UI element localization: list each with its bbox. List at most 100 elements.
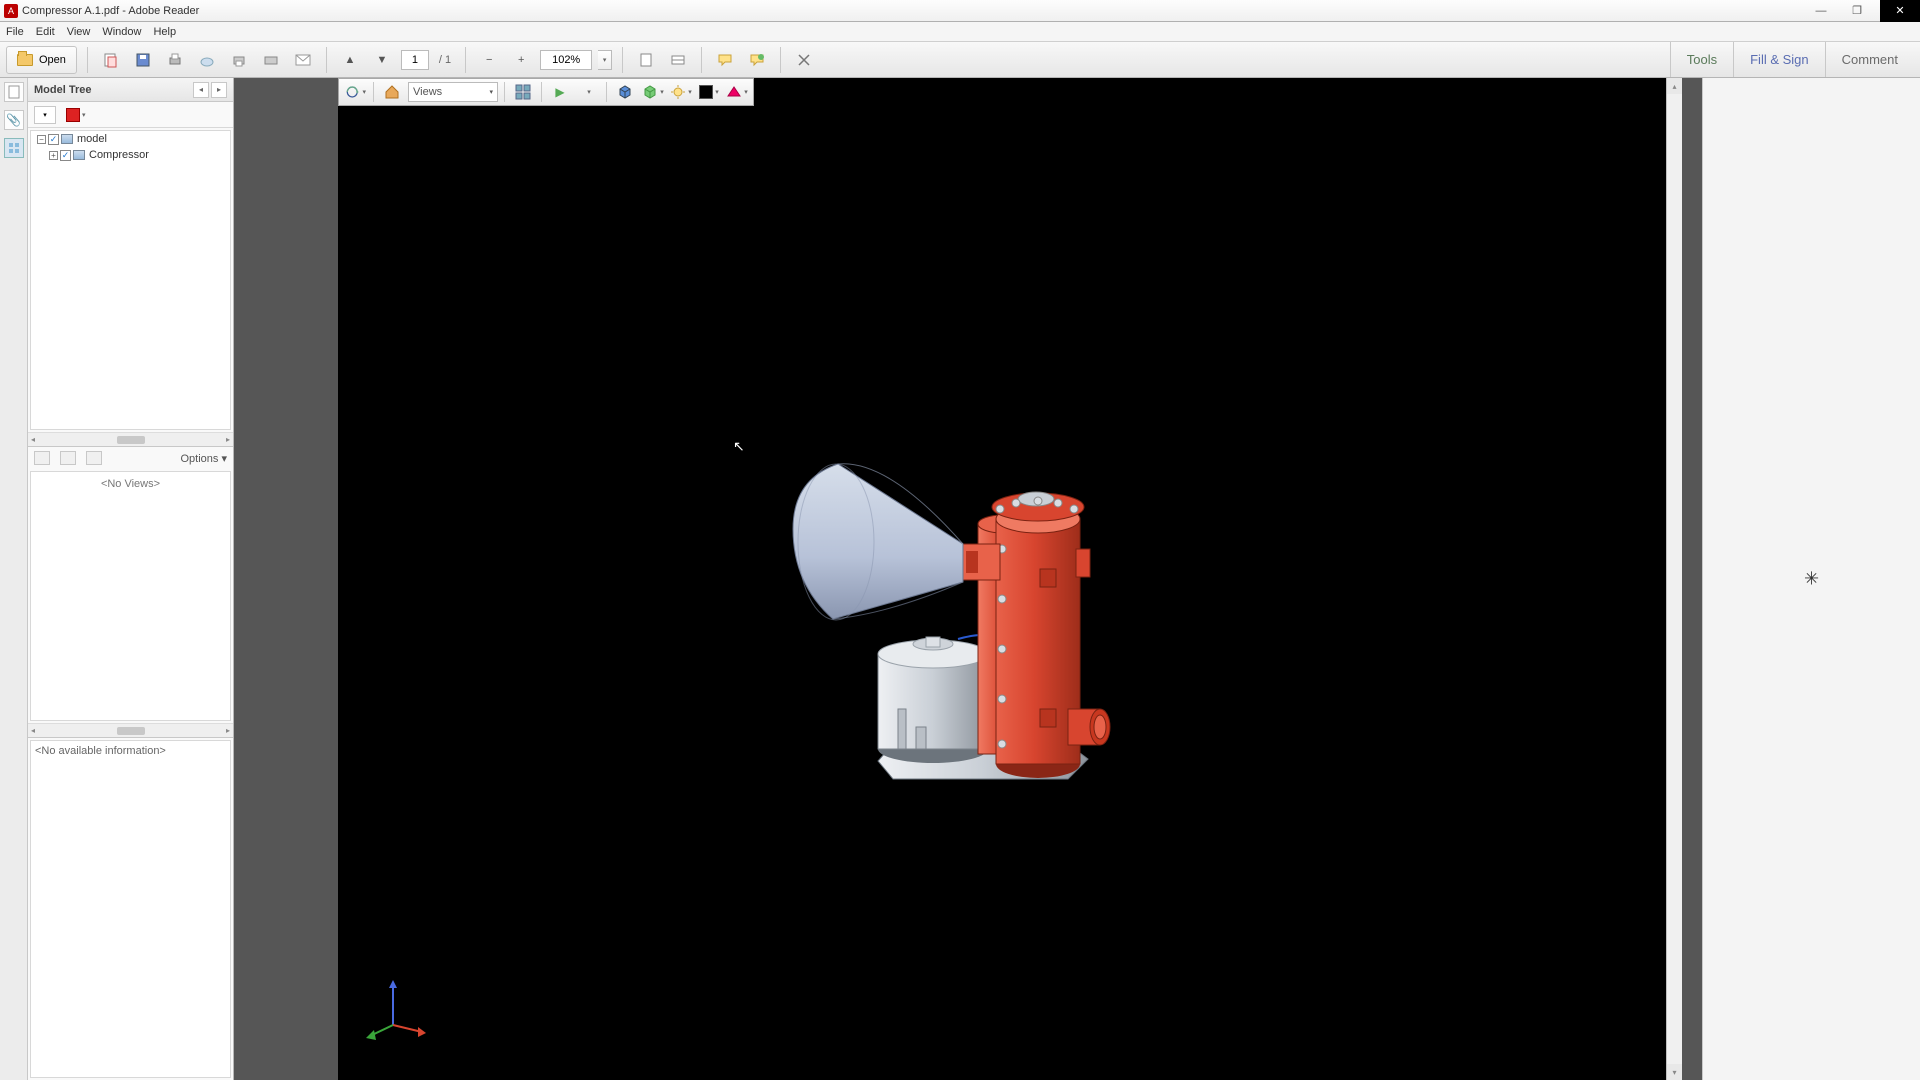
node-icon (73, 150, 85, 160)
tree-display-dropdown[interactable]: ▾ (34, 106, 56, 124)
scroll-down-icon[interactable]: ▾ (1667, 1064, 1682, 1080)
views-camera-icon[interactable] (86, 451, 102, 465)
toolbar-right-tabs: Tools Fill & Sign Comment (1670, 42, 1914, 77)
body: 📎 Model Tree ◂ ▸ ▾ ▾ − ✓ model + (0, 78, 1920, 1080)
menu-help[interactable]: Help (153, 26, 176, 38)
zoom-dropdown[interactable]: ▾ (598, 50, 612, 70)
model-tree-panel: Model Tree ◂ ▸ ▾ ▾ − ✓ model + ✓ Compres… (28, 78, 234, 1080)
3d-viewport[interactable]: Views ▶ (338, 78, 1666, 1080)
highlight-color-swatch[interactable] (66, 108, 80, 122)
comment-bubble-icon[interactable] (712, 47, 738, 73)
views-scrollbar[interactable]: ◂ ▸ (28, 723, 233, 737)
print2-icon[interactable] (226, 47, 252, 73)
menu-bar: File Edit View Window Help (0, 22, 1920, 42)
separator (701, 47, 702, 73)
document-area: Views ▶ (234, 78, 1702, 1080)
scroll-up-icon[interactable]: ▴ (1667, 78, 1682, 94)
no-info-label: <No available information> (35, 745, 166, 757)
vertical-scrollbar[interactable]: ▴ ▾ (1666, 78, 1682, 1080)
menu-file[interactable]: File (6, 26, 24, 38)
tab-comment[interactable]: Comment (1825, 42, 1914, 77)
scroll-track[interactable] (1667, 94, 1682, 1064)
tree-label: Compressor (87, 149, 149, 161)
fit-width-icon[interactable] (665, 47, 691, 73)
loading-icon: ✳ (1804, 569, 1819, 590)
render-mode-icon[interactable] (641, 81, 665, 103)
collapse-left-icon[interactable]: ◂ (193, 82, 209, 98)
doc-gutter-left (234, 78, 338, 1080)
zoom-value[interactable]: 102% (540, 50, 592, 70)
toggle-tree-icon[interactable] (511, 81, 535, 103)
play-animation-icon[interactable]: ▶ (548, 81, 572, 103)
separator (87, 47, 88, 73)
save-icon[interactable] (130, 47, 156, 73)
home-view-icon[interactable] (380, 81, 404, 103)
mail-icon[interactable] (290, 47, 316, 73)
highlight-icon[interactable] (744, 47, 770, 73)
projection-icon[interactable] (613, 81, 637, 103)
tree-row-compressor[interactable]: + ✓ Compressor (31, 147, 230, 163)
tree-row-model[interactable]: − ✓ model (31, 131, 230, 147)
expand-icon[interactable]: + (49, 151, 58, 160)
scroll-right-icon[interactable]: ▸ (226, 726, 230, 735)
checkbox-icon[interactable]: ✓ (48, 134, 59, 145)
views-dropdown[interactable]: Views (408, 82, 498, 102)
separator (780, 47, 781, 73)
print3-icon[interactable] (258, 47, 284, 73)
3d-toolbar: Views ▶ (338, 78, 754, 106)
app-icon: A (4, 4, 18, 18)
close-button[interactable]: ✕ (1880, 0, 1920, 22)
main-toolbar: Open ▲ ▼ 1 / 1 − + 102% ▾ Tools Fill & S… (0, 42, 1920, 78)
scroll-left-icon[interactable]: ◂ (31, 435, 35, 444)
scroll-left-icon[interactable]: ◂ (31, 726, 35, 735)
print-icon[interactable] (162, 47, 188, 73)
no-views-label: <No Views> (101, 478, 160, 490)
rotate-tool-icon[interactable] (343, 81, 367, 103)
checkbox-icon[interactable]: ✓ (60, 150, 71, 161)
menu-window[interactable]: Window (102, 26, 141, 38)
model-tree[interactable]: − ✓ model + ✓ Compressor (30, 130, 231, 430)
swatch-dropdown-icon[interactable]: ▾ (82, 111, 86, 119)
model-tree-icon[interactable] (4, 138, 24, 158)
background-color-icon[interactable] (697, 81, 721, 103)
maximize-button[interactable]: ❐ (1840, 2, 1874, 20)
page-down-icon[interactable]: ▼ (369, 47, 395, 73)
tree-scrollbar[interactable]: ◂ ▸ (28, 432, 233, 446)
scroll-right-icon[interactable]: ▸ (226, 435, 230, 444)
info-body: <No available information> (30, 740, 231, 1078)
read-mode-icon[interactable] (791, 47, 817, 73)
views-new-icon[interactable] (34, 451, 50, 465)
cross-section-icon[interactable] (725, 81, 749, 103)
zoom-out-icon[interactable]: − (476, 47, 502, 73)
zoom-in-icon[interactable]: + (508, 47, 534, 73)
scroll-thumb[interactable] (117, 727, 145, 735)
info-section: <No available information> (28, 737, 233, 1080)
thumbnails-icon[interactable] (4, 82, 24, 102)
expand-icon[interactable]: − (37, 135, 46, 144)
collapse-right-icon[interactable]: ▸ (211, 82, 227, 98)
minimize-button[interactable]: — (1804, 2, 1838, 20)
3d-model[interactable] (738, 349, 1178, 809)
separator (541, 82, 542, 102)
create-pdf-icon[interactable] (98, 47, 124, 73)
views-delete-icon[interactable] (60, 451, 76, 465)
cloud-icon[interactable] (194, 47, 220, 73)
views-options[interactable]: Options ▾ (181, 452, 228, 465)
animation-dropdown-icon[interactable] (576, 81, 600, 103)
lighting-icon[interactable] (669, 81, 693, 103)
tab-tools[interactable]: Tools (1670, 42, 1733, 77)
open-button[interactable]: Open (6, 46, 77, 74)
separator (606, 82, 607, 102)
scroll-thumb[interactable] (117, 436, 145, 444)
panel-toolbar: ▾ ▾ (28, 102, 233, 128)
page-number-input[interactable]: 1 (401, 50, 429, 70)
page-up-icon[interactable]: ▲ (337, 47, 363, 73)
tab-fill-sign[interactable]: Fill & Sign (1733, 42, 1825, 77)
menu-edit[interactable]: Edit (36, 26, 55, 38)
menu-view[interactable]: View (67, 26, 91, 38)
page-total: / 1 (435, 54, 455, 66)
separator (465, 47, 466, 73)
attachments-icon[interactable]: 📎 (4, 110, 24, 130)
fit-page-icon[interactable] (633, 47, 659, 73)
open-label: Open (39, 54, 66, 66)
